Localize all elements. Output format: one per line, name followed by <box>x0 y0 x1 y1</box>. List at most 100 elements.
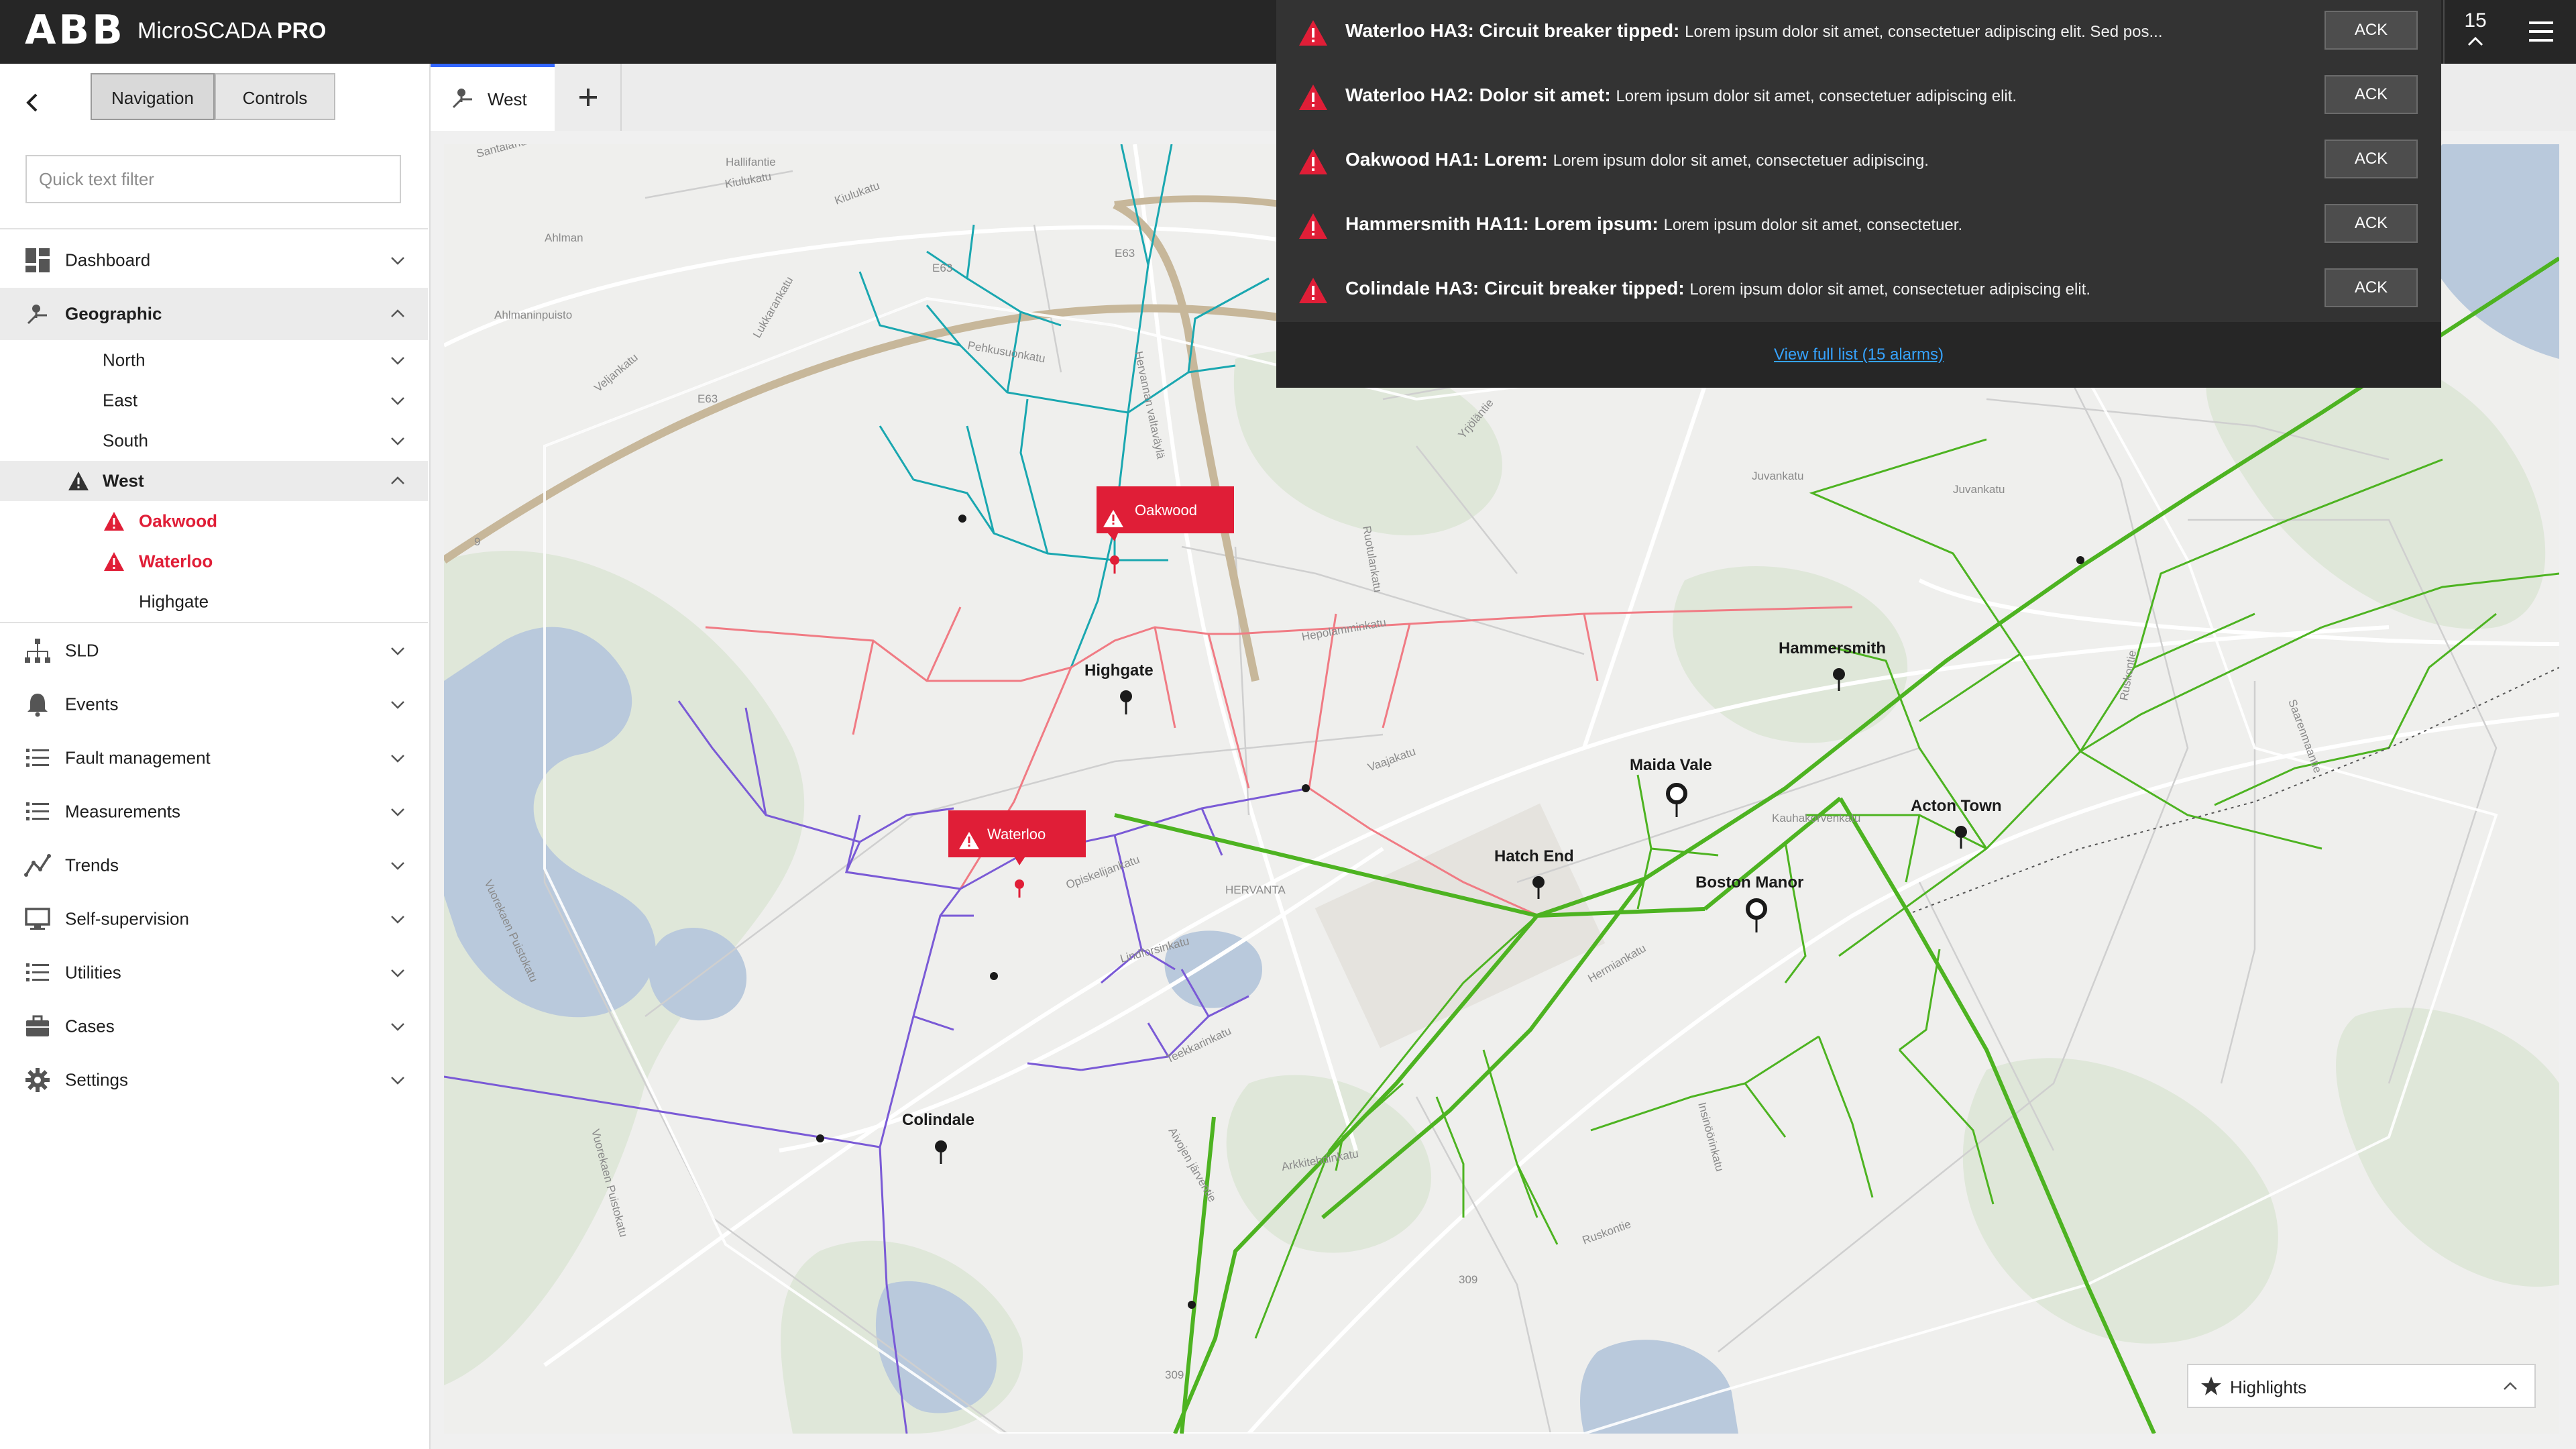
sidebar-item-west[interactable]: West <box>0 461 428 501</box>
warning-icon <box>104 552 124 571</box>
sidebar-item-self-supervision[interactable]: Self-supervision <box>0 893 428 945</box>
chevron-up-icon <box>391 309 404 317</box>
sidebar-item-sld[interactable]: SLD <box>0 625 428 677</box>
station-label-acton-town: Acton Town <box>1911 797 2002 815</box>
sidebar-item-oakwood[interactable]: Oakwood <box>0 501 428 541</box>
chevron-down-icon <box>391 969 404 977</box>
svg-text:Kauhakorvenkatu: Kauhakorvenkatu <box>1772 812 1860 824</box>
app-title: MicroSCADA PRO <box>137 18 327 44</box>
tab-west[interactable]: West <box>431 64 555 131</box>
sidebar-item-label: East <box>103 390 138 411</box>
alarm-title: Waterloo HA3: Circuit breaker tipped: <box>1345 20 1680 41</box>
alarm-callout-label: Waterloo <box>987 826 1046 843</box>
svg-text:E63: E63 <box>1115 247 1135 260</box>
add-tab-button[interactable] <box>555 64 622 131</box>
sidebar-item-label: SLD <box>65 640 99 661</box>
alarm-description: Lorem ipsum dolor sit amet, consectetuer… <box>1553 152 1929 170</box>
ack-button[interactable]: ACK <box>2325 268 2418 307</box>
svg-text:E63: E63 <box>697 392 718 405</box>
chevron-up-icon <box>391 476 404 484</box>
sidebar-item-measurements[interactable]: Measurements <box>0 786 428 838</box>
sidebar-item-fault-management[interactable]: Fault management <box>0 732 428 784</box>
sidebar-item-highgate[interactable]: Highgate <box>0 582 428 622</box>
briefcase-icon <box>26 1015 49 1036</box>
sidebar-item-settings[interactable]: Settings <box>0 1054 428 1106</box>
dashboard-icon <box>25 248 50 272</box>
warning-icon <box>68 472 89 490</box>
sidebar-item-east[interactable]: East <box>0 380 428 421</box>
alarm-warning-icon <box>1299 278 1327 303</box>
sidebar-item-label: Dashboard <box>65 250 151 270</box>
sidebar-item-south[interactable]: South <box>0 421 428 461</box>
ack-button[interactable]: ACK <box>2325 75 2418 114</box>
star-icon <box>2201 1377 2221 1395</box>
alarm-row[interactable]: Colindale HA3: Circuit breaker tipped: L… <box>1276 258 2441 322</box>
alarm-row[interactable]: Waterloo HA2: Dolor sit amet: Lorem ipsu… <box>1276 64 2441 129</box>
chevron-down-icon <box>391 916 404 924</box>
ack-button[interactable]: ACK <box>2325 11 2418 50</box>
sidebar-item-label: South <box>103 430 148 451</box>
svg-text:309: 309 <box>1165 1368 1184 1381</box>
quick-text-filter-input[interactable] <box>25 155 401 203</box>
sidebar-item-utilities[interactable]: Utilities <box>0 947 428 999</box>
sidebar-item-label: Waterloo <box>139 551 213 572</box>
alarm-row[interactable]: Oakwood HA1: Lorem: Lorem ipsum dolor si… <box>1276 129 2441 193</box>
alarm-title: Oakwood HA1: Lorem: <box>1345 149 1548 170</box>
sidebar-item-label: Events <box>65 694 119 714</box>
sidebar-item-label: North <box>103 350 146 370</box>
map-pin-icon <box>452 89 472 109</box>
divider <box>0 228 428 229</box>
controls-tab[interactable]: Controls <box>215 73 335 120</box>
station-label-highgate: Highgate <box>1084 661 1154 680</box>
alarm-description: Lorem ipsum dolor sit amet, consectetuer… <box>1685 23 2163 41</box>
sidebar: Navigation Controls Dashboard Geographic… <box>0 64 431 1449</box>
app-name-suffix: PRO <box>276 18 327 44</box>
chevron-down-icon <box>391 862 404 870</box>
ack-button[interactable]: ACK <box>2325 204 2418 243</box>
list-icon <box>26 963 49 981</box>
sidebar-item-dashboard[interactable]: Dashboard <box>0 234 428 286</box>
sidebar-item-label: Highgate <box>139 591 209 612</box>
sidebar-item-waterloo[interactable]: Waterloo <box>0 541 428 582</box>
station-label-colindale: Colindale <box>902 1111 974 1129</box>
alarm-callout-waterloo[interactable]: Waterloo <box>948 810 1086 865</box>
station-label-hammersmith: Hammersmith <box>1779 639 1886 657</box>
sld-icon <box>25 639 50 663</box>
navigation-tab[interactable]: Navigation <box>91 73 215 120</box>
alarm-description: Lorem ipsum dolor sit amet, consectetuer… <box>1616 87 2017 105</box>
alarm-count: 15 <box>2464 9 2487 32</box>
sidebar-item-label: Geographic <box>65 303 162 324</box>
plus-icon <box>579 89 597 106</box>
view-full-list-link[interactable]: View full list (15 alarms) <box>1276 322 2441 388</box>
alarm-warning-icon <box>1299 149 1327 174</box>
svg-text:Ahlman: Ahlman <box>545 231 583 244</box>
sidebar-item-geographic[interactable]: Geographic <box>0 288 428 340</box>
list-icon <box>26 749 49 767</box>
gear-icon <box>25 1068 50 1092</box>
trend-icon <box>24 854 51 877</box>
sidebar-item-cases[interactable]: Cases <box>0 1000 428 1053</box>
warning-icon <box>104 512 124 531</box>
tab-label: West <box>488 89 527 109</box>
svg-text:Ahlmaninpuisto: Ahlmaninpuisto <box>494 309 572 321</box>
ack-button[interactable]: ACK <box>2325 140 2418 178</box>
alarm-callout-oakwood[interactable]: Oakwood <box>1097 486 1234 541</box>
alarm-row[interactable]: Waterloo HA3: Circuit breaker tipped: Lo… <box>1276 0 2441 64</box>
sidebar-item-label: Utilities <box>65 962 121 983</box>
alarm-row[interactable]: Hammersmith HA11: Lorem ipsum: Lorem ips… <box>1276 193 2441 258</box>
sidebar-item-label: Fault management <box>65 747 211 768</box>
sidebar-item-events[interactable]: Events <box>0 678 428 731</box>
hamburger-icon <box>2529 21 2553 42</box>
alarm-title: Colindale HA3: Circuit breaker tipped: <box>1345 278 1685 299</box>
hamburger-menu-button[interactable] <box>2506 0 2576 64</box>
alarm-counter-button[interactable]: 15 <box>2443 0 2505 64</box>
back-arrow-icon[interactable] <box>19 89 46 116</box>
sidebar-item-north[interactable]: North <box>0 340 428 380</box>
alarm-warning-icon <box>1299 20 1327 46</box>
sidebar-item-label: Oakwood <box>139 511 218 531</box>
chevron-down-icon <box>391 755 404 763</box>
sidebar-item-trends[interactable]: Trends <box>0 839 428 892</box>
alarm-warning-icon <box>1299 85 1327 110</box>
highlights-panel[interactable]: Highlights <box>2187 1364 2536 1408</box>
chevron-down-icon <box>391 1077 404 1085</box>
